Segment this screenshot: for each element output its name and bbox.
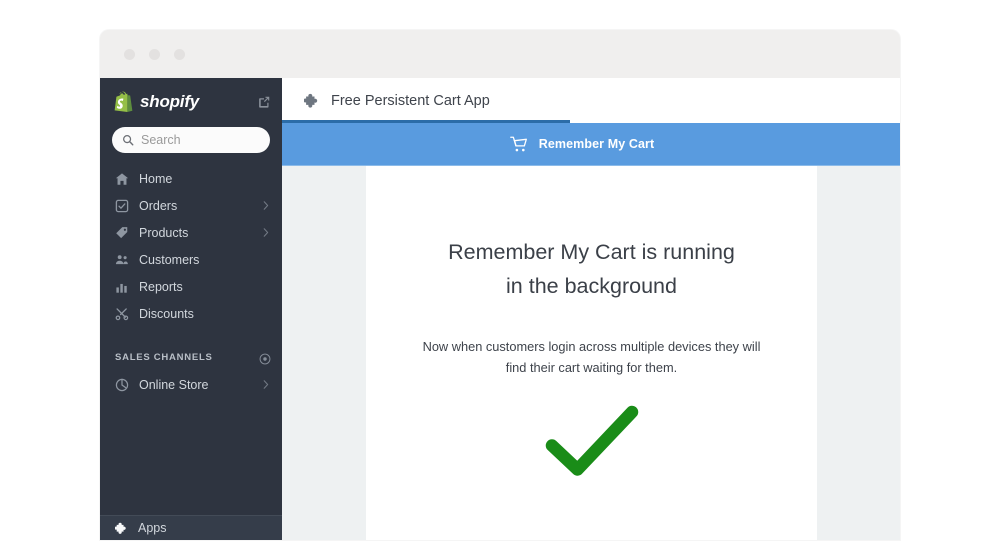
sidebar-item-discounts[interactable]: Discounts	[100, 300, 282, 327]
sidebar-section-title: SALES CHANNELS	[115, 352, 213, 363]
discounts-scissors-icon	[115, 307, 129, 321]
home-icon	[115, 172, 129, 186]
tab-active-underline	[282, 120, 570, 123]
page-description-line-1: Now when customers login across multiple…	[422, 338, 761, 354]
sidebar-item-label: Products	[139, 225, 189, 240]
app-header-label: Remember My Cart	[538, 137, 655, 151]
sidebar-item-home[interactable]: Home	[100, 165, 282, 192]
sidebar-item-label: Online Store	[139, 377, 209, 392]
plus-circle-icon[interactable]	[259, 352, 271, 364]
main-pane: Free Persistent Cart App Remember My Car…	[282, 78, 900, 540]
search-container: Search	[100, 125, 282, 163]
sidebar-item-label: Home	[139, 171, 173, 186]
sidebar-item-label: Orders	[139, 198, 178, 213]
chevron-right-icon	[263, 224, 271, 242]
sidebar-item-products[interactable]: Products	[100, 219, 282, 246]
green-checkmark-icon	[545, 405, 638, 476]
sidebar-item-orders[interactable]: Orders	[100, 192, 282, 219]
shopify-bag-icon	[114, 91, 133, 112]
minimize-window-button[interactable]	[149, 49, 160, 60]
app-body: shopify Search Home Orders Products Cust…	[100, 78, 900, 540]
sidebar-item-label: Discounts	[139, 306, 194, 321]
shopify-wordmark: shopify	[140, 91, 200, 111]
close-window-button[interactable]	[124, 49, 135, 60]
sidebar-item-label: Reports	[139, 279, 183, 294]
chevron-right-icon	[263, 197, 271, 215]
tab-free-persistent-cart-app[interactable]: Free Persistent Cart App	[282, 78, 508, 123]
screenshot-canvas: shopify Search Home Orders Products Cust…	[0, 0, 1000, 560]
sidebar-item-apps[interactable]: Apps	[100, 515, 282, 540]
search-icon	[123, 135, 134, 146]
page-title-line-2: in the background	[506, 274, 677, 299]
shopping-cart-icon	[509, 136, 527, 151]
sidebar-brand[interactable]: shopify	[100, 78, 282, 125]
orders-icon	[115, 199, 129, 213]
sidebar-item-online-store[interactable]: Online Store	[100, 371, 282, 398]
status-indicator	[366, 378, 817, 478]
sidebar-item-reports[interactable]: Reports	[100, 273, 282, 300]
sidebar-item-customers[interactable]: Customers	[100, 246, 282, 273]
tab-bar: Free Persistent Cart App	[282, 78, 900, 123]
sidebar-item-label: Apps	[138, 521, 167, 535]
maximize-window-button[interactable]	[174, 49, 185, 60]
search-placeholder-text: Search	[141, 133, 181, 147]
sidebar-section-sales-channels: SALES CHANNELS	[100, 344, 282, 371]
sidebar: shopify Search Home Orders Products Cust…	[100, 78, 282, 540]
browser-titlebar	[100, 30, 900, 78]
external-link-icon[interactable]	[258, 96, 270, 108]
search-input[interactable]: Search	[112, 127, 270, 153]
app-header-bar: Remember My Cart	[282, 123, 900, 166]
status-card: Remember My Cart is running in the backg…	[366, 166, 817, 540]
sidebar-item-label: Customers	[139, 252, 200, 267]
reports-bar-chart-icon	[115, 280, 129, 294]
page-description-line-2: find their cart waiting for them.	[505, 359, 678, 375]
page-description: Now when customers login across multiple…	[366, 304, 817, 378]
page-title: Remember My Cart is running in the backg…	[366, 166, 817, 304]
sidebar-nav: Home Orders Products Customers Reports D…	[100, 163, 282, 398]
globe-icon	[115, 378, 129, 392]
browser-window: shopify Search Home Orders Products Cust…	[100, 30, 900, 540]
content-area: Remember My Cart is running in the backg…	[282, 166, 900, 540]
tab-label: Free Persistent Cart App	[331, 92, 490, 109]
chevron-right-icon	[263, 376, 271, 394]
app-header-inner: Remember My Cart	[509, 135, 655, 154]
puzzle-piece-icon	[304, 93, 318, 108]
puzzle-piece-icon	[115, 522, 126, 534]
customers-icon	[115, 253, 129, 267]
page-title-line-1: Remember My Cart is running	[448, 240, 735, 264]
products-tag-icon	[115, 226, 129, 240]
window-controls	[124, 49, 185, 60]
